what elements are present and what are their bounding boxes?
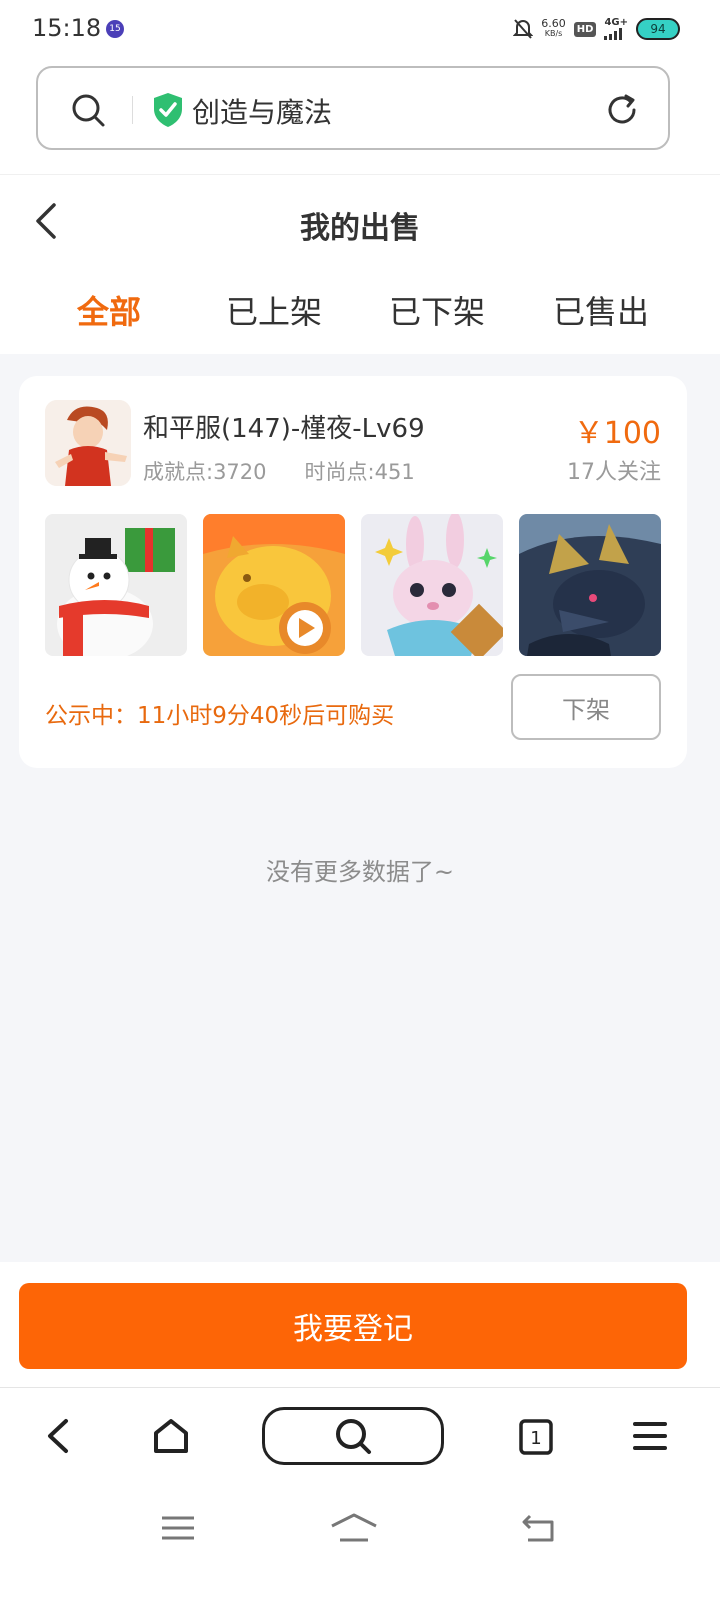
thumbnail-golden-pig[interactable] [203, 514, 345, 656]
thumbnail-dragon[interactable] [519, 514, 661, 656]
listing-card[interactable]: 和平服(147)-槿夜-Lv69 成就点:3720 时尚点:451 ￥100 1… [19, 376, 687, 768]
fashion-points: 时尚点:451 [304, 460, 415, 484]
character-avatar [45, 400, 131, 486]
page-title: 我的出售 [300, 211, 420, 246]
tab-listed[interactable]: 已上架 [226, 287, 322, 333]
system-nav [0, 1490, 720, 1600]
tab-delisted[interactable]: 已下架 [389, 287, 485, 333]
recent-apps-icon[interactable] [160, 1512, 196, 1548]
app-notification-icon: 15 [106, 20, 124, 38]
thumbnail-bunny[interactable] [361, 514, 503, 656]
system-back-icon[interactable] [520, 1512, 556, 1548]
net-speed-value: 6.60 [541, 17, 566, 30]
no-more-data: 没有更多数据了~ [265, 858, 455, 886]
address-divider [132, 96, 133, 124]
browser-nav: 1 [0, 1389, 720, 1489]
menu-icon[interactable] [632, 1411, 668, 1465]
tab-count: 1 [530, 1428, 541, 1449]
thumbnail-snowman[interactable] [45, 514, 187, 656]
delist-button[interactable]: 下架 [511, 674, 661, 740]
item-thumbnails [45, 514, 661, 656]
search-button[interactable] [262, 1407, 444, 1465]
listing-title[interactable]: 和平服(147)-槿夜-Lv69 [143, 408, 425, 445]
home-icon[interactable] [152, 1411, 190, 1465]
status-time: 15:18 [32, 14, 102, 42]
address-text[interactable]: 创造与魔法 [192, 91, 332, 131]
network-type: 4G+ [604, 17, 628, 28]
search-icon [336, 1419, 371, 1454]
status-indicators: 6.60 KB/s HD 4G+ 94 [513, 14, 680, 44]
tab-all[interactable]: 全部 [77, 287, 141, 333]
register-button[interactable]: 我要登记 [19, 1283, 687, 1369]
register-bar: 我要登记 [0, 1262, 720, 1388]
status-bar: 15:18 15 6.60 KB/s HD 4G+ 94 [0, 0, 720, 58]
shield-check-icon [152, 92, 184, 132]
follower-count: 17人关注 [567, 460, 661, 485]
tab-sold[interactable]: 已售出 [553, 287, 649, 333]
public-notice: 公示中：11小时9分40秒后可购买 [45, 703, 395, 729]
search-icon[interactable] [70, 92, 106, 132]
net-speed-unit: KB/s [544, 29, 563, 38]
tabs-icon[interactable]: 1 [518, 1411, 554, 1465]
hd-badge: HD [573, 21, 597, 37]
battery-icon: 94 [636, 18, 680, 40]
page-header: 我的出售 全部 已上架 已下架 已售出 [0, 174, 720, 354]
network-speed: 6.60 KB/s [541, 17, 566, 39]
listing-stats: 成就点:3720 时尚点:451 [143, 456, 415, 486]
browser-back-icon[interactable] [44, 1411, 72, 1465]
listing-price: ￥100 [573, 416, 661, 451]
tab-bar: 全部 已上架 已下架 已售出 [0, 287, 720, 335]
reload-icon[interactable] [604, 92, 640, 132]
signal-icon: 4G+ [604, 18, 628, 40]
bell-off-icon [513, 18, 534, 40]
system-home-icon[interactable] [330, 1512, 378, 1548]
address-bar[interactable]: 创造与魔法 [36, 66, 670, 150]
achievement-points: 成就点:3720 [143, 460, 267, 484]
